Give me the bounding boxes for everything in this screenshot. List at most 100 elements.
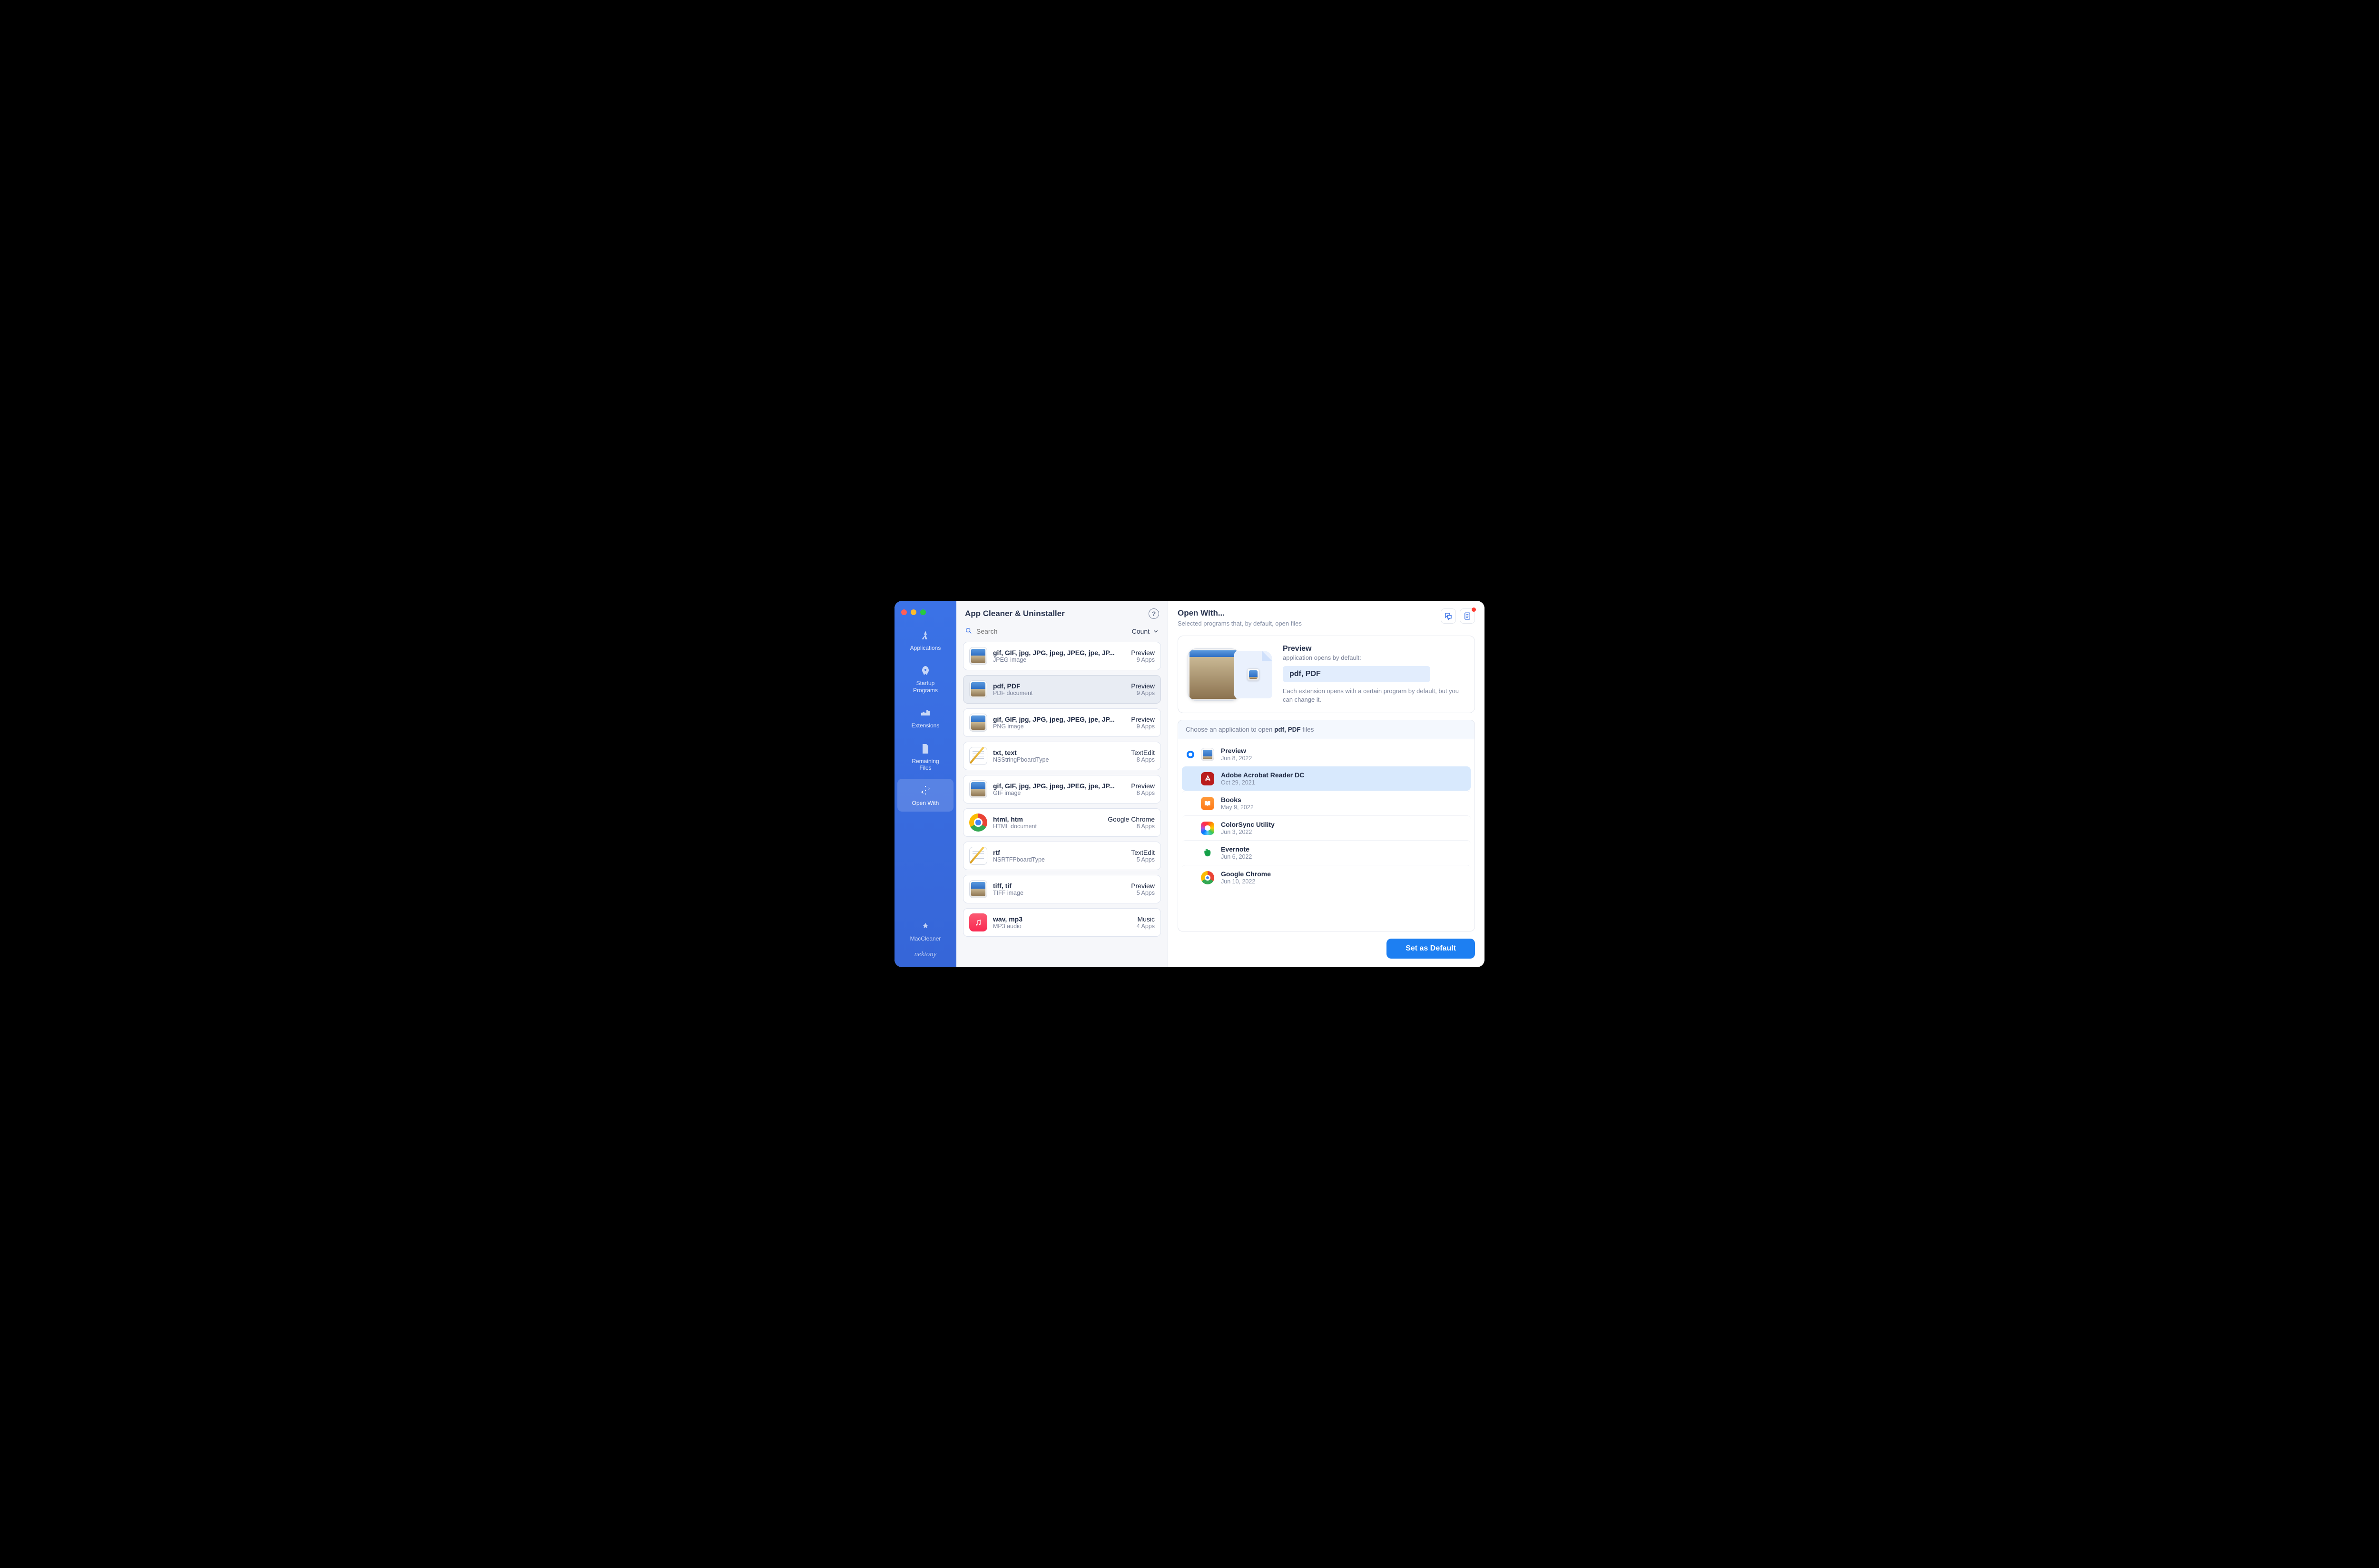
extension-card[interactable]: ♫ wav, mp3 Music MP3 audio 4 Apps <box>963 908 1161 937</box>
fullscreen-window-button[interactable] <box>920 609 926 615</box>
app-list[interactable]: Preview Jun 8, 2022 Adobe Acrobat Reader… <box>1178 739 1475 931</box>
extension-card[interactable]: gif, GIF, jpg, JPG, jpeg, JPEG, jpe, JP.… <box>963 642 1161 670</box>
music-icon: ♫ <box>969 913 987 931</box>
extension-app: Google Chrome <box>1108 815 1155 823</box>
app-date: Oct 29, 2021 <box>1221 779 1463 786</box>
extension-subtitle: PDF document <box>993 690 1032 696</box>
sidebar-item-remaining-files[interactable]: Remaining Files <box>897 737 954 776</box>
extension-card[interactable]: gif, GIF, jpg, JPG, jpeg, JPEG, jpe, JP.… <box>963 775 1161 804</box>
minimize-window-button[interactable] <box>911 609 916 615</box>
extension-app: TextEdit <box>1131 749 1155 756</box>
extension-title: txt, text <box>993 749 1017 756</box>
detail-subtitle: Selected programs that, by default, open… <box>1178 620 1302 627</box>
app-window: Applications Startup Programs Extensions… <box>895 601 1484 967</box>
signpost-icon <box>919 784 932 797</box>
app-name: Adobe Acrobat Reader DC <box>1221 771 1463 779</box>
sort-label: Count <box>1132 627 1150 635</box>
extension-list[interactable]: gif, GIF, jpg, JPG, jpeg, JPEG, jpe, JP.… <box>956 642 1168 967</box>
sidebar-item-label: Extensions <box>912 722 940 729</box>
extension-title: rtf <box>993 849 1000 856</box>
extension-card[interactable]: rtf TextEdit NSRTFPboardType 5 Apps <box>963 842 1161 870</box>
sort-dropdown[interactable]: Count <box>1132 627 1159 635</box>
sidebar-item-label: Startup Programs <box>913 680 938 694</box>
extension-card[interactable]: txt, text TextEdit NSStringPboardType 8 … <box>963 742 1161 770</box>
extension-chip: pdf, PDF <box>1283 666 1430 682</box>
acrobat-icon <box>1201 772 1214 785</box>
sidebar-item-open-with[interactable]: Open With <box>897 779 954 811</box>
app-meta: Evernote Jun 6, 2022 <box>1221 845 1463 860</box>
close-window-button[interactable] <box>901 609 907 615</box>
evernote-icon <box>1201 846 1214 860</box>
app-row[interactable]: Preview Jun 8, 2022 <box>1182 742 1471 766</box>
extension-count: 4 Apps <box>1137 923 1155 930</box>
extension-card[interactable]: tiff, tif Preview TIFF image 5 Apps <box>963 875 1161 903</box>
sidebar-item-startup-programs[interactable]: Startup Programs <box>897 659 954 698</box>
choose-bar: Choose an application to open pdf, PDF f… <box>1178 720 1475 739</box>
sidebar-item-label: Open With <box>912 800 939 806</box>
puzzle-icon <box>919 707 932 719</box>
extension-title: gif, GIF, jpg, JPG, jpeg, JPEG, jpe, JP.… <box>993 649 1115 657</box>
extension-subtitle: NSRTFPboardType <box>993 856 1045 863</box>
set-default-button[interactable]: Set as Default <box>1386 939 1475 959</box>
info-card: Preview application opens by default: pd… <box>1178 636 1475 713</box>
detail-title: Open With... <box>1178 608 1302 618</box>
window-controls <box>895 607 956 624</box>
help-button[interactable]: ? <box>1149 608 1159 619</box>
app-name: Preview <box>1221 747 1463 755</box>
extension-body: pdf, PDF Preview PDF document 9 Apps <box>993 682 1155 696</box>
extension-title: pdf, PDF <box>993 682 1021 690</box>
extension-count: 8 Apps <box>1137 756 1155 763</box>
app-date: Jun 10, 2022 <box>1221 878 1463 885</box>
header-actions <box>1441 608 1475 624</box>
detail-panel: Open With... Selected programs that, by … <box>1168 601 1484 967</box>
preview-icon <box>969 680 987 698</box>
extension-card[interactable]: pdf, PDF Preview PDF document 9 Apps <box>963 675 1161 704</box>
preview-icon <box>969 714 987 732</box>
app-name: Google Chrome <box>1221 870 1463 878</box>
radio-button[interactable] <box>1187 751 1194 758</box>
extension-card[interactable]: gif, GIF, jpg, JPG, jpeg, JPEG, jpe, JP.… <box>963 708 1161 737</box>
info-text: Preview application opens by default: pd… <box>1283 645 1465 704</box>
app-row[interactable]: Google Chrome Jun 10, 2022 <box>1182 865 1471 890</box>
app-date: Jun 6, 2022 <box>1221 853 1463 860</box>
chrome-icon <box>1201 871 1214 884</box>
detail-footer: Set as Default <box>1168 931 1484 967</box>
search-input[interactable] <box>965 626 1126 637</box>
extension-subtitle: JPEG image <box>993 657 1026 663</box>
rocket-icon <box>919 665 932 677</box>
sidebar-item-extensions[interactable]: Extensions <box>897 701 954 734</box>
app-date: May 9, 2022 <box>1221 804 1463 811</box>
app-row[interactable]: Evernote Jun 6, 2022 <box>1182 840 1471 865</box>
info-note: Each extension opens with a certain prog… <box>1283 687 1465 704</box>
extension-title: gif, GIF, jpg, JPG, jpeg, JPEG, jpe, JP.… <box>993 782 1115 790</box>
extension-app: Preview <box>1131 882 1155 890</box>
extension-count: 5 Apps <box>1137 890 1155 896</box>
extensions-panel: App Cleaner & Uninstaller ? Count gif, G… <box>956 601 1168 967</box>
search-field[interactable] <box>965 626 1126 637</box>
extension-card[interactable]: html, htm Google Chrome HTML document 8 … <box>963 808 1161 837</box>
chat-button[interactable] <box>1441 608 1456 624</box>
extension-count: 8 Apps <box>1137 823 1155 830</box>
preview-icon <box>1201 748 1214 761</box>
app-meta: Preview Jun 8, 2022 <box>1221 747 1463 762</box>
notes-button[interactable] <box>1460 608 1475 624</box>
preview-icon <box>969 880 987 898</box>
extension-body: gif, GIF, jpg, JPG, jpeg, JPEG, jpe, JP.… <box>993 715 1155 730</box>
sidebar-item-applications[interactable]: Applications <box>897 624 954 656</box>
app-row[interactable]: Adobe Acrobat Reader DC Oct 29, 2021 <box>1182 766 1471 791</box>
app-row[interactable]: Books May 9, 2022 <box>1182 791 1471 815</box>
extension-title: tiff, tif <box>993 882 1012 890</box>
sidebar-item-label: Applications <box>910 645 941 651</box>
textedit-icon <box>969 747 987 765</box>
extension-app: Preview <box>1131 682 1155 690</box>
textedit-icon <box>969 847 987 865</box>
extension-count: 5 Apps <box>1137 856 1155 863</box>
maccleaner-link[interactable]: MacCleaner <box>910 922 941 942</box>
extension-body: rtf TextEdit NSRTFPboardType 5 Apps <box>993 849 1155 863</box>
extension-subtitle: NSStringPboardType <box>993 756 1049 763</box>
extension-count: 9 Apps <box>1137 690 1155 696</box>
extension-count: 9 Apps <box>1137 657 1155 663</box>
app-row[interactable]: ColorSync Utility Jun 3, 2022 <box>1182 815 1471 840</box>
preview-icon <box>969 647 987 665</box>
info-app-sub: application opens by default: <box>1283 654 1465 661</box>
